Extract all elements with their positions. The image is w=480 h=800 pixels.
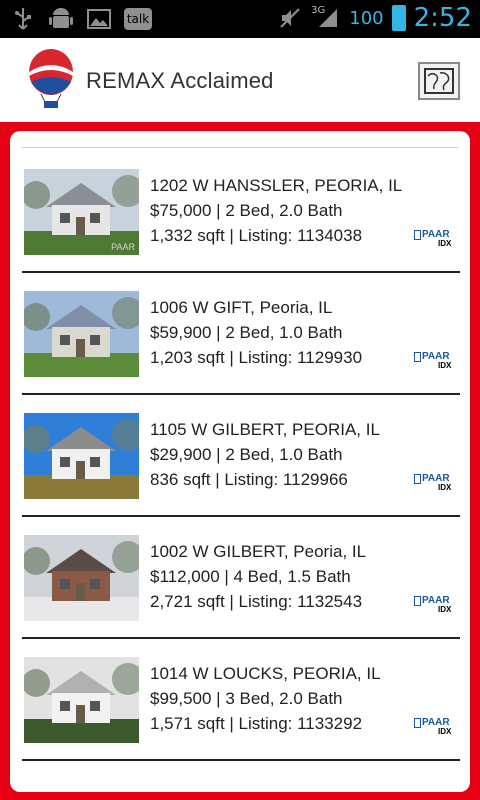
paar-idx-badge: PAAR IDX: [414, 717, 458, 737]
listing-item[interactable]: 1006 W GIFT, Peoria, IL $59,900 | 2 Bed, …: [22, 271, 460, 395]
mute-icon: [277, 5, 303, 31]
badge-idx-text: IDX: [438, 727, 452, 736]
app-bar: REMAX Acclaimed: [0, 38, 480, 122]
listing-size: 836 sqft | Listing: 1129966: [150, 470, 348, 489]
listing-size: 2,721 sqft | Listing: 1132543: [150, 592, 363, 611]
listing-price: $59,900 | 2 Bed, 1.0 Bath: [150, 323, 343, 342]
paar-logo-icon: [414, 230, 421, 240]
listing-price: $99,500 | 3 Bed, 2.0 Bath: [150, 689, 343, 708]
badge-idx-text: IDX: [438, 483, 452, 492]
top-divider: [22, 147, 458, 148]
battery-icon: [391, 5, 406, 31]
badge-idx-text: IDX: [438, 361, 452, 370]
android-icon: [48, 6, 74, 32]
network-type: 3G: [311, 4, 326, 16]
listing-price: $29,900 | 2 Bed, 1.0 Bath: [150, 445, 343, 464]
paar-idx-badge: PAAR IDX: [414, 351, 458, 371]
listing-size: 1,571 sqft | Listing: 1133292: [150, 714, 363, 733]
paar-idx-badge: PAAR IDX: [414, 473, 458, 493]
paar-idx-badge: PAAR IDX: [414, 595, 458, 615]
talk-icon: talk: [124, 8, 152, 30]
listing-info: 1002 W GILBERT, Peoria, IL $112,000 | 4 B…: [150, 539, 366, 614]
listing-item[interactable]: PAAR 1202 W HANSSLER, PEORIA, IL $75,000 |…: [22, 149, 460, 273]
listing-price: $75,000 | 2 Bed, 2.0 Bath: [150, 201, 343, 220]
paar-logo-icon: [414, 352, 421, 362]
paar-logo-icon: [414, 596, 421, 606]
listing-address: 1014 W LOUCKS, PEORIA, IL: [150, 664, 381, 683]
house-photo: [24, 413, 139, 499]
app-title: REMAX Acclaimed: [86, 68, 274, 93]
listing-item[interactable]: 1014 W LOUCKS, PEORIA, IL $99,500 | 3 Bed…: [22, 637, 460, 761]
paar-logo-icon: [414, 474, 421, 484]
listing-price: $112,000 | 4 Bed, 1.5 Bath: [150, 567, 351, 586]
map-button[interactable]: [418, 62, 460, 100]
photo-watermark: PAAR: [111, 242, 135, 252]
listing-info: 1014 W LOUCKS, PEORIA, IL $99,500 | 3 Bed…: [150, 661, 381, 736]
listing-item[interactable]: 1002 W GILBERT, Peoria, IL $112,000 | 4 B…: [22, 515, 460, 639]
status-bar: talk 3G 100 2:52: [0, 0, 480, 38]
house-photo: [24, 291, 139, 377]
listing-item[interactable]: 1105 W GILBERT, PEORIA, IL $29,900 | 2 Be…: [22, 393, 460, 517]
image-icon: [86, 6, 112, 32]
listing-size: 1,332 sqft | Listing: 1134038: [150, 226, 363, 245]
badge-idx-text: IDX: [438, 239, 452, 248]
paar-idx-badge: PAAR IDX: [414, 229, 458, 249]
house-photo: [24, 657, 139, 743]
listing-info: 1006 W GIFT, Peoria, IL $59,900 | 2 Bed, …: [150, 295, 362, 370]
house-photo: PAAR: [24, 169, 139, 255]
listing-info: 1105 W GILBERT, PEORIA, IL $29,900 | 2 Be…: [150, 417, 380, 492]
badge-idx-text: IDX: [438, 605, 452, 614]
listing-info: 1202 W HANSSLER, PEORIA, IL $75,000 | 2 B…: [150, 173, 402, 248]
remax-balloon-logo: [25, 48, 77, 110]
listing-address: 1002 W GILBERT, Peoria, IL: [150, 542, 367, 561]
listing-panel[interactable]: PAAR 1202 W HANSSLER, PEORIA, IL $75,000 |…: [10, 131, 470, 792]
listing-address: 1006 W GIFT, Peoria, IL: [150, 298, 333, 317]
usb-icon: [10, 6, 36, 32]
clock: 2:52: [413, 3, 472, 33]
house-photo: [24, 535, 139, 621]
listing-address: 1202 W HANSSLER, PEORIA, IL: [150, 176, 403, 195]
listing-size: 1,203 sqft | Listing: 1129930: [150, 348, 363, 367]
listing-address: 1105 W GILBERT, PEORIA, IL: [150, 420, 380, 439]
map-icon: [424, 68, 454, 94]
paar-logo-icon: [414, 718, 421, 728]
battery-level: 100: [349, 7, 384, 29]
